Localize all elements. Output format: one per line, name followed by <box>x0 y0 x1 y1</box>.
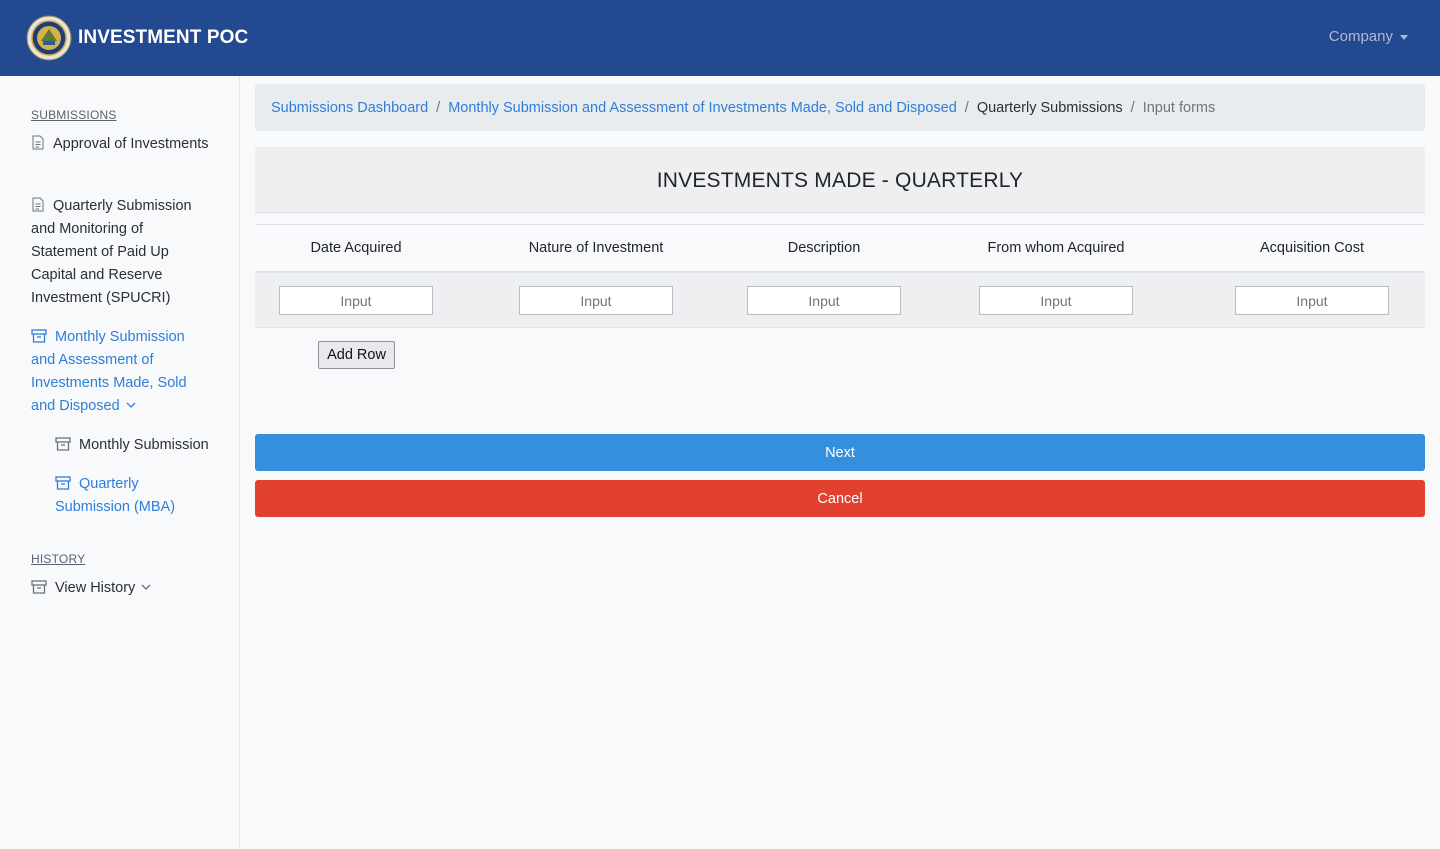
from-whom-acquired-input[interactable] <box>979 286 1133 315</box>
sidebar-item-monthly-assessment[interactable]: Monthly Submission and Assessment of Inv… <box>31 326 206 418</box>
cancel-button[interactable]: Cancel <box>255 480 1425 517</box>
sidebar-item-label: Monthly Submission and Assessment of Inv… <box>31 329 187 414</box>
nature-of-investment-input[interactable] <box>519 286 673 315</box>
breadcrumb-separator: / <box>964 99 969 116</box>
breadcrumb-current: Input forms <box>1142 99 1216 116</box>
seal-logo-icon <box>26 15 72 61</box>
column-header-nature-of-investment: Nature of Investment <box>528 240 664 256</box>
add-row-button[interactable]: Add Row <box>318 341 395 369</box>
document-icon <box>32 197 44 212</box>
breadcrumb-item-quarterly: Quarterly Submissions <box>976 99 1123 116</box>
description-input[interactable] <box>747 286 901 315</box>
acquisition-cost-input[interactable] <box>1235 286 1389 315</box>
table-row <box>255 273 1425 328</box>
column-header-date-acquired: Date Acquired <box>310 240 402 256</box>
sidebar-item-approval-of-investments[interactable]: Approval of Investments <box>31 133 211 156</box>
app-title: INVESTMENT POC <box>78 27 249 48</box>
sidebar-subitem-quarterly-submission-mba[interactable]: Quarterly Submission (MBA) <box>55 473 195 519</box>
sidebar-item-view-history[interactable]: View History <box>31 577 211 600</box>
archive-icon <box>31 329 47 343</box>
sidebar-item-label: Monthly Submission <box>79 437 209 453</box>
document-icon <box>32 135 44 150</box>
form-card-header: INVESTMENTS MADE - QUARTERLY <box>255 147 1425 213</box>
next-button[interactable]: Next <box>255 434 1425 471</box>
sidebar-item-label: View History <box>55 580 136 596</box>
sidebar-item-label: Quarterly Submission (MBA) <box>55 476 176 515</box>
sidebar-item-label: Approval of Investments <box>53 136 209 152</box>
top-navbar: INVESTMENT POC Company <box>0 0 1440 76</box>
company-dropdown[interactable]: Company <box>1329 28 1408 45</box>
chevron-down-icon <box>126 402 136 408</box>
column-header-acquisition-cost: Acquisition Cost <box>1260 240 1364 256</box>
caret-down-icon <box>1400 34 1408 40</box>
archive-icon <box>55 476 71 490</box>
table-header: Date Acquired Nature of Investment Descr… <box>255 224 1425 273</box>
sidebar-item-spucri[interactable]: Quarterly Submission and Monitoring of S… <box>31 195 211 310</box>
breadcrumb-separator: / <box>1130 99 1135 116</box>
sidebar-item-label: Quarterly Submission and Monitoring of S… <box>31 198 192 306</box>
company-dropdown-label: Company <box>1328 28 1393 45</box>
breadcrumb-link-monthly-assessment[interactable]: Monthly Submission and Assessment of Inv… <box>448 100 957 116</box>
breadcrumb-link-dashboard[interactable]: Submissions Dashboard <box>271 100 428 116</box>
sidebar-heading-submissions: SUBMISSIONS <box>31 108 117 122</box>
column-header-from-whom-acquired: From whom Acquired <box>987 240 1125 256</box>
breadcrumb: Submissions Dashboard / Monthly Submissi… <box>255 84 1425 131</box>
breadcrumb-separator: / <box>436 99 441 116</box>
sidebar: SUBMISSIONS Approval of Investments Quar… <box>0 76 240 849</box>
archive-icon <box>31 580 47 594</box>
sidebar-subitem-monthly-submission[interactable]: Monthly Submission <box>55 434 225 457</box>
column-header-description: Description <box>787 240 861 256</box>
archive-icon <box>55 437 71 451</box>
form-title: INVESTMENTS MADE - QUARTERLY <box>656 168 1024 192</box>
main-content: Submissions Dashboard / Monthly Submissi… <box>255 84 1425 517</box>
chevron-down-icon <box>141 584 151 590</box>
sidebar-heading-history: HISTORY <box>31 552 86 566</box>
investments-table: Date Acquired Nature of Investment Descr… <box>255 224 1425 328</box>
date-acquired-input[interactable] <box>279 286 433 315</box>
brand[interactable]: INVESTMENT POC <box>26 15 248 61</box>
